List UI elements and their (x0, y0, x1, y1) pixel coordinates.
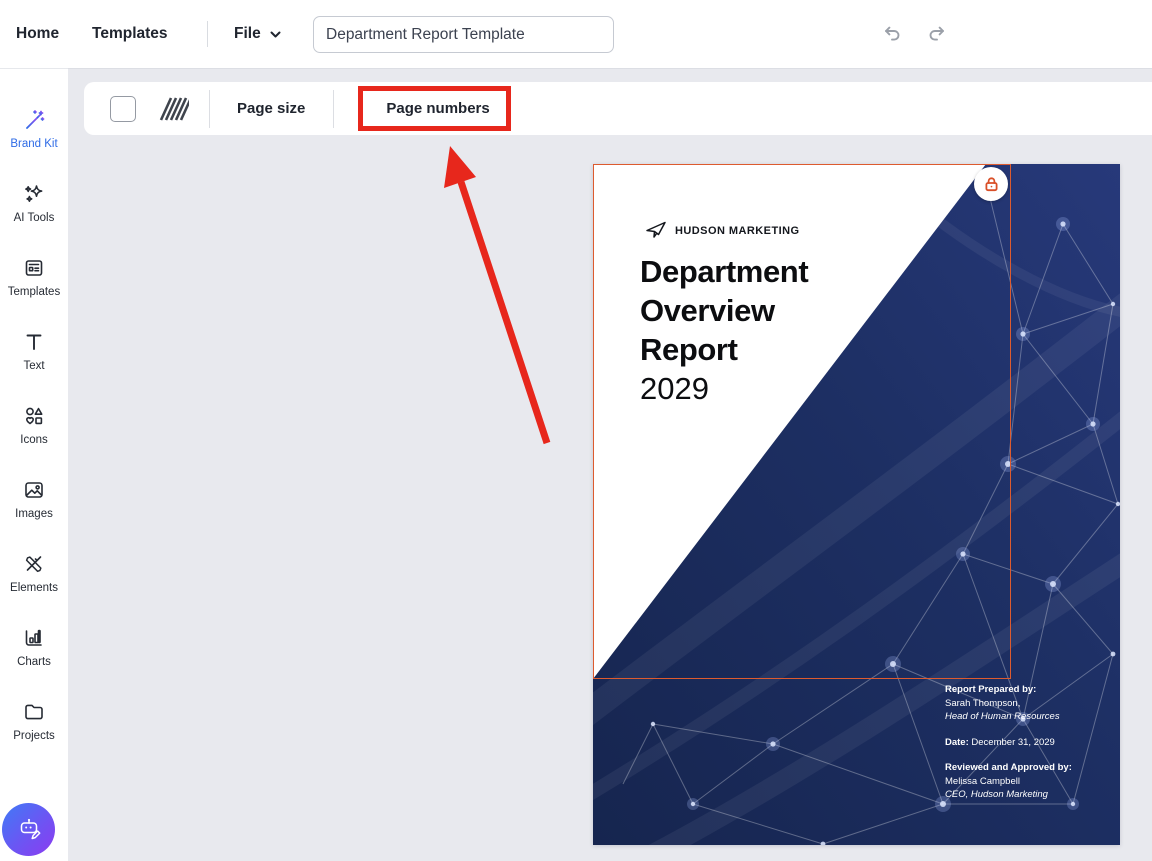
lock-badge[interactable] (974, 167, 1008, 201)
toolbar-divider (333, 90, 334, 128)
title-line: Department (640, 252, 808, 291)
hatch-pattern-icon (159, 96, 189, 122)
folder-icon (22, 700, 46, 724)
robot-pencil-icon (14, 815, 44, 845)
background-color-swatch[interactable] (110, 96, 136, 122)
document-page[interactable]: HUDSON MARKETING Department Overview Rep… (593, 164, 1120, 845)
toolbar-divider (209, 90, 210, 128)
wand-icon (22, 108, 46, 132)
file-menu-label: File (234, 25, 261, 43)
prepared-by-role: Head of Human Resources (945, 710, 1117, 724)
page-numbers-button[interactable]: Page numbers (386, 90, 489, 127)
brand-name: HUDSON MARKETING (675, 225, 800, 237)
sidebar-item-charts[interactable]: Charts (0, 626, 68, 682)
topbar-divider (207, 21, 208, 47)
undo-icon (881, 23, 903, 45)
app-window: Home Templates File (0, 0, 1152, 861)
undo-button[interactable] (881, 23, 903, 45)
approved-by-role: CEO, Hudson Marketing (945, 788, 1117, 802)
lock-icon (983, 176, 1000, 193)
sidebar-item-label: Images (15, 508, 53, 520)
brand-logo: HUDSON MARKETING (644, 219, 800, 243)
sidebar-item-label: Text (23, 360, 44, 372)
sidebar-item-ai-tools[interactable]: AI Tools (0, 182, 68, 238)
sidebar-item-templates[interactable]: Templates (0, 256, 68, 312)
sidebar-item-label: Charts (17, 656, 51, 668)
home-button[interactable]: Home (16, 0, 59, 68)
date-value: December 31, 2029 (969, 737, 1055, 748)
sidebar-item-label: Brand Kit (10, 138, 57, 150)
shapes-icon (22, 404, 46, 428)
file-menu-button[interactable]: File (234, 0, 282, 68)
left-sidebar: Brand Kit AI Tools Templates (0, 68, 68, 861)
sidebar-item-label: AI Tools (14, 212, 55, 224)
document-heading: Department Overview Report 2029 (640, 252, 808, 408)
title-year: 2029 (640, 369, 808, 408)
text-icon (22, 330, 46, 354)
sidebar-item-icons[interactable]: Icons (0, 404, 68, 460)
bar-chart-icon (22, 626, 46, 650)
ai-assistant-button[interactable] (2, 803, 55, 856)
sidebar-item-label: Templates (8, 286, 60, 298)
prepared-by-label: Report Prepared by: (945, 683, 1117, 697)
sidebar-item-brand-kit[interactable]: Brand Kit (0, 108, 68, 164)
layout-icon (22, 256, 46, 280)
approved-by-label: Reviewed and Approved by: (945, 761, 1117, 775)
top-bar: Home Templates File (0, 0, 1152, 68)
chevron-down-icon (269, 28, 282, 41)
image-icon (22, 478, 46, 502)
sidebar-item-label: Elements (10, 582, 58, 594)
title-line: Report (640, 330, 808, 369)
sidebar-item-label: Projects (13, 730, 55, 742)
templates-button[interactable]: Templates (92, 0, 168, 68)
redo-button[interactable] (926, 23, 948, 45)
sidebar-item-elements[interactable]: Elements (0, 552, 68, 608)
sidebar-item-label: Icons (20, 434, 48, 446)
approved-by-name: Melissa Campbell (945, 775, 1117, 789)
document-title-input[interactable] (313, 16, 614, 53)
page-size-button[interactable]: Page size (237, 90, 305, 127)
design-tools-icon (22, 552, 46, 576)
redo-icon (926, 23, 948, 45)
sidebar-item-text[interactable]: Text (0, 330, 68, 386)
paper-plane-icon (644, 219, 668, 243)
prepared-by-name: Sarah Thompson, (945, 697, 1117, 711)
context-toolbar: Page size Page numbers (84, 82, 1152, 135)
background-pattern-button[interactable] (159, 96, 189, 122)
sidebar-item-images[interactable]: Images (0, 478, 68, 534)
sparkles-icon (22, 182, 46, 206)
title-line: Overview (640, 291, 808, 330)
sidebar-item-projects[interactable]: Projects (0, 700, 68, 756)
credits-block: Report Prepared by: Sarah Thompson, Head… (945, 683, 1117, 814)
date-label: Date: (945, 737, 969, 748)
